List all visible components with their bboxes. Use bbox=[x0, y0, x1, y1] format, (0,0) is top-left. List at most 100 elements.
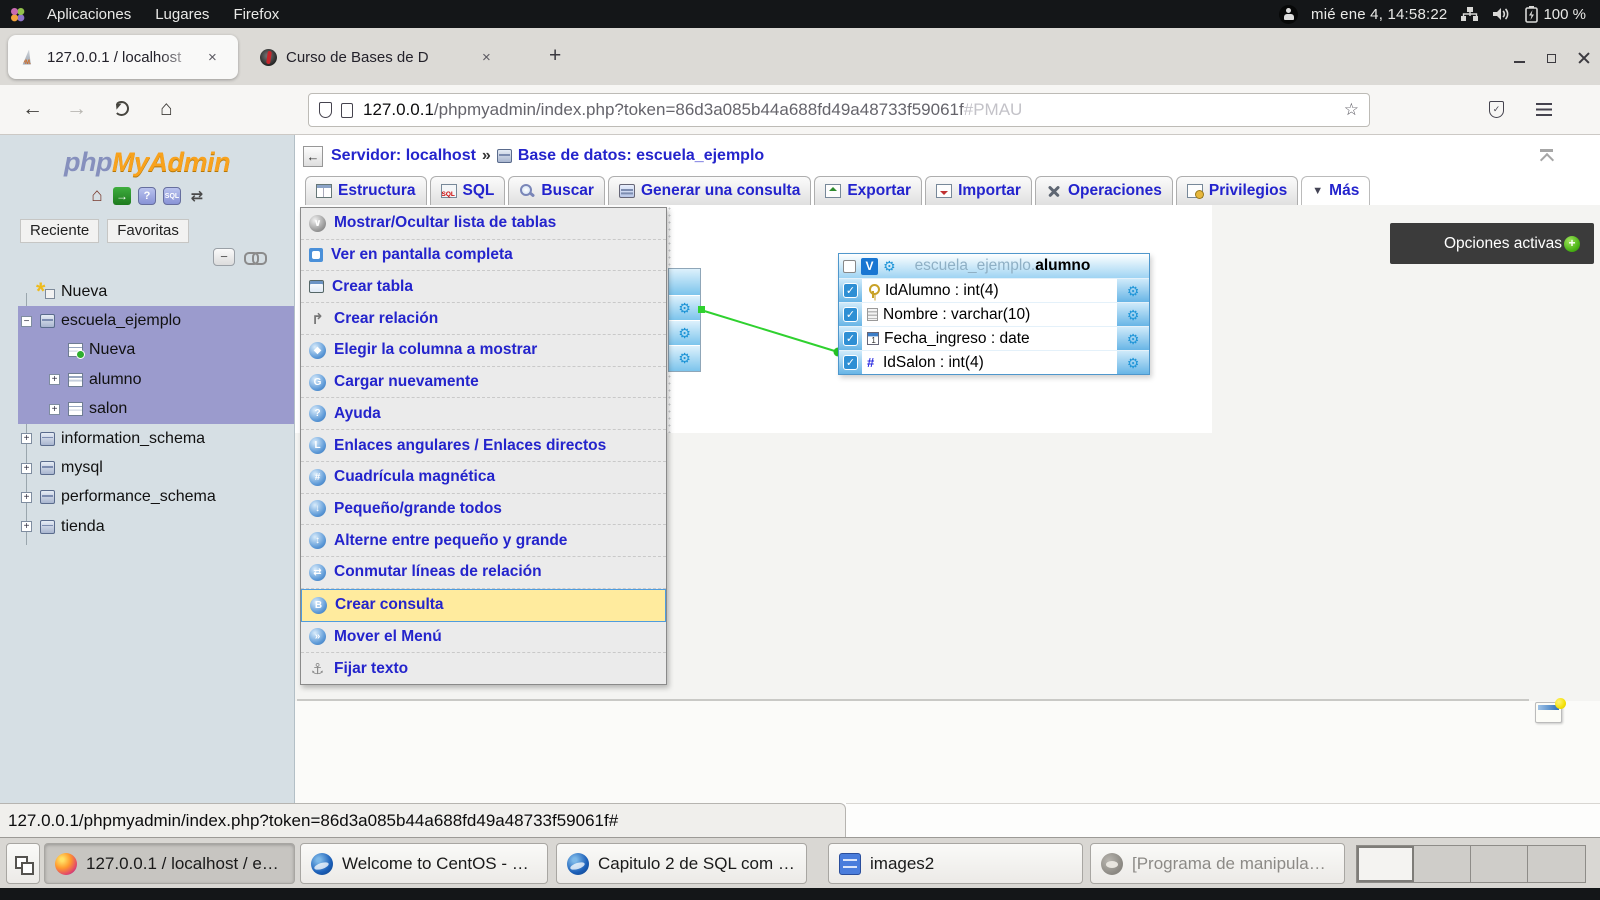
designer-menu-item[interactable]: » Mover el Menú bbox=[301, 622, 666, 654]
designer-menu-item[interactable]: ↕ Alterne entre pequeño y grande bbox=[301, 525, 666, 557]
tree-item-label[interactable]: salon bbox=[89, 400, 127, 418]
link-tables-icon[interactable] bbox=[244, 251, 266, 263]
breadcrumb-server-link[interactable]: Servidor: localhost bbox=[331, 147, 476, 165]
pma-tab[interactable]: Operaciones bbox=[1035, 176, 1173, 205]
tree-item-label[interactable]: information_schema bbox=[61, 430, 205, 448]
designer-menu-item[interactable]: # Cuadrícula magnética bbox=[301, 462, 666, 494]
designer-field-row[interactable]: Fecha_ingreso : date ⚙ bbox=[839, 326, 1149, 350]
network-icon[interactable] bbox=[1460, 6, 1479, 23]
designer-table-header[interactable]: V ⚙ escuela_ejemplo.alumno bbox=[839, 254, 1149, 278]
pma-tab[interactable]: Buscar bbox=[508, 176, 605, 205]
designer-menu-item[interactable]: ⇄ Conmutar líneas de relación bbox=[301, 557, 666, 589]
gear-icon[interactable]: ⚙ bbox=[1127, 308, 1140, 322]
topbar-menu-item[interactable]: Lugares bbox=[143, 6, 221, 23]
field-checkbox-cell[interactable] bbox=[839, 303, 863, 326]
gear-icon[interactable]: ⚙ bbox=[1127, 356, 1140, 370]
battery-indicator[interactable]: 100 % bbox=[1525, 6, 1586, 23]
field-gear-cell[interactable]: ⚙ bbox=[1116, 327, 1149, 350]
field-gear-cell[interactable]: ⚙ bbox=[1116, 351, 1149, 374]
tree-item-label[interactable]: Nueva bbox=[89, 341, 135, 359]
collapse-all-button[interactable]: − bbox=[213, 248, 235, 266]
pma-sql-icon[interactable]: SQL bbox=[163, 187, 181, 205]
field-cell[interactable]: Fecha_ingreso : date bbox=[863, 327, 1116, 350]
tree-expander[interactable]: + bbox=[49, 404, 60, 415]
window-highlight-icon[interactable] bbox=[1535, 702, 1562, 723]
back-button[interactable]: ← bbox=[22, 97, 43, 121]
tree-expander[interactable]: + bbox=[21, 492, 32, 503]
designer-table-alumno[interactable]: V ⚙ escuela_ejemplo.alumno IdAlumno : in… bbox=[838, 253, 1150, 375]
designer-menu-item[interactable]: G Cargar nuevamente bbox=[301, 367, 666, 399]
checked-checkbox[interactable] bbox=[843, 331, 858, 346]
topbar-menu-item[interactable]: Firefox bbox=[221, 6, 291, 23]
bookmark-star-icon[interactable]: ☆ bbox=[1344, 100, 1359, 120]
minimize-button[interactable] bbox=[1514, 61, 1525, 63]
tree-item[interactable]: + performance_schema bbox=[0, 483, 294, 512]
designer-menu-item[interactable]: Ver en pantalla completa bbox=[301, 240, 666, 272]
browser-tab-phpmyadmin[interactable]: 127.0.0.1 / localhost × bbox=[8, 35, 238, 79]
pma-logo[interactable]: phpMyAdmin bbox=[0, 147, 294, 178]
pma-help-icon[interactable]: ? bbox=[138, 187, 156, 205]
tree-item-label[interactable]: tienda bbox=[61, 518, 105, 536]
url-bar[interactable]: 127.0.0.1/phpmyadmin/index.php?token=86d… bbox=[308, 93, 1370, 127]
designer-field-row[interactable]: IdSalon : int(4) ⚙ bbox=[839, 350, 1149, 374]
workspace-cell[interactable] bbox=[1414, 846, 1471, 882]
tab-close-icon[interactable]: × bbox=[482, 49, 491, 66]
pma-home-icon[interactable]: ⌂ bbox=[88, 187, 106, 205]
tab-close-icon[interactable]: × bbox=[208, 49, 217, 66]
designer-menu-item[interactable]: Crear tabla bbox=[301, 271, 666, 303]
browser-tab-curso[interactable]: Curso de Bases de D × bbox=[248, 35, 533, 79]
tracking-shield-icon[interactable] bbox=[319, 102, 332, 118]
pma-tab[interactable]: SQL bbox=[430, 176, 506, 205]
designer-menu-item[interactable]: ↓ Pequeño/grande todos bbox=[301, 494, 666, 526]
options-active-button[interactable]: Opciones activas + bbox=[1390, 223, 1594, 264]
favorite-tables-select[interactable]: Favoritas bbox=[107, 219, 189, 243]
designer-menu-item[interactable]: ? Ayuda bbox=[301, 398, 666, 430]
taskbar-window-button[interactable]: images2 bbox=[828, 843, 1083, 884]
pma-tab[interactable]: Exportar bbox=[814, 176, 922, 205]
workspace-cell[interactable] bbox=[1471, 846, 1528, 882]
topbar-menu-item[interactable]: Aplicaciones bbox=[35, 6, 143, 23]
workspace-cell[interactable] bbox=[1528, 846, 1585, 882]
pma-tab[interactable]: Privilegios bbox=[1176, 176, 1298, 205]
maximize-button[interactable] bbox=[1547, 54, 1556, 63]
page-info-icon[interactable] bbox=[341, 103, 353, 118]
forward-button[interactable]: → bbox=[66, 97, 87, 121]
gear-icon[interactable]: ⚙ bbox=[1127, 284, 1140, 298]
pma-tab[interactable]: Importar bbox=[925, 176, 1032, 205]
recent-tables-select[interactable]: Reciente bbox=[20, 219, 99, 243]
designer-menu-item[interactable]: ∨ Mostrar/Ocultar lista de tablas bbox=[301, 208, 666, 240]
tree-item[interactable]: Nueva bbox=[0, 277, 294, 306]
designer-menu-item[interactable]: B Crear consulta bbox=[301, 589, 666, 622]
distro-logo-icon[interactable] bbox=[10, 7, 25, 22]
clock[interactable]: mié ene 4, 14:58:22 bbox=[1311, 6, 1447, 23]
volume-icon[interactable] bbox=[1492, 6, 1512, 22]
checked-checkbox[interactable] bbox=[843, 283, 858, 298]
field-gear-cell[interactable]: ⚙ bbox=[1116, 303, 1149, 326]
tree-item-label[interactable]: escuela_ejemplo bbox=[61, 312, 181, 330]
tree-expander[interactable]: + bbox=[21, 521, 32, 532]
tree-item-label[interactable]: Nueva bbox=[61, 283, 107, 301]
tree-expander[interactable]: + bbox=[21, 433, 32, 444]
taskbar-window-button[interactable]: 127.0.0.1 / localhost / escu... bbox=[44, 843, 295, 884]
pma-tab[interactable]: ▼ Más bbox=[1301, 176, 1370, 205]
field-checkbox-cell[interactable] bbox=[839, 279, 863, 302]
pma-tab[interactable]: Estructura bbox=[305, 176, 427, 205]
designer-menu-item[interactable]: ◆ Elegir la columna a mostrar bbox=[301, 335, 666, 367]
field-cell[interactable]: Nombre : varchar(10) bbox=[863, 303, 1116, 326]
field-checkbox-cell[interactable] bbox=[839, 351, 863, 374]
tree-expander[interactable]: + bbox=[49, 374, 60, 385]
table-select-checkbox[interactable] bbox=[843, 260, 856, 273]
tree-item[interactable]: + mysql bbox=[0, 453, 294, 482]
workspace-cell[interactable] bbox=[1357, 846, 1414, 882]
tree-item[interactable]: − escuela_ejemplo bbox=[0, 306, 294, 335]
tree-item-label[interactable]: mysql bbox=[61, 459, 103, 477]
designer-field-row[interactable]: IdAlumno : int(4) ⚙ bbox=[839, 278, 1149, 302]
reload-button[interactable] bbox=[114, 101, 129, 116]
checked-checkbox[interactable] bbox=[843, 355, 858, 370]
designer-menu-item[interactable]: L Enlaces angulares / Enlaces directos bbox=[301, 430, 666, 462]
tree-item-label[interactable]: performance_schema bbox=[61, 488, 216, 506]
toggle-columns-button[interactable]: V bbox=[861, 258, 878, 275]
close-button[interactable] bbox=[1578, 52, 1590, 64]
field-gear-cell[interactable]: ⚙ bbox=[1116, 279, 1149, 302]
pma-refresh-icon[interactable]: ⇄ bbox=[188, 187, 206, 205]
